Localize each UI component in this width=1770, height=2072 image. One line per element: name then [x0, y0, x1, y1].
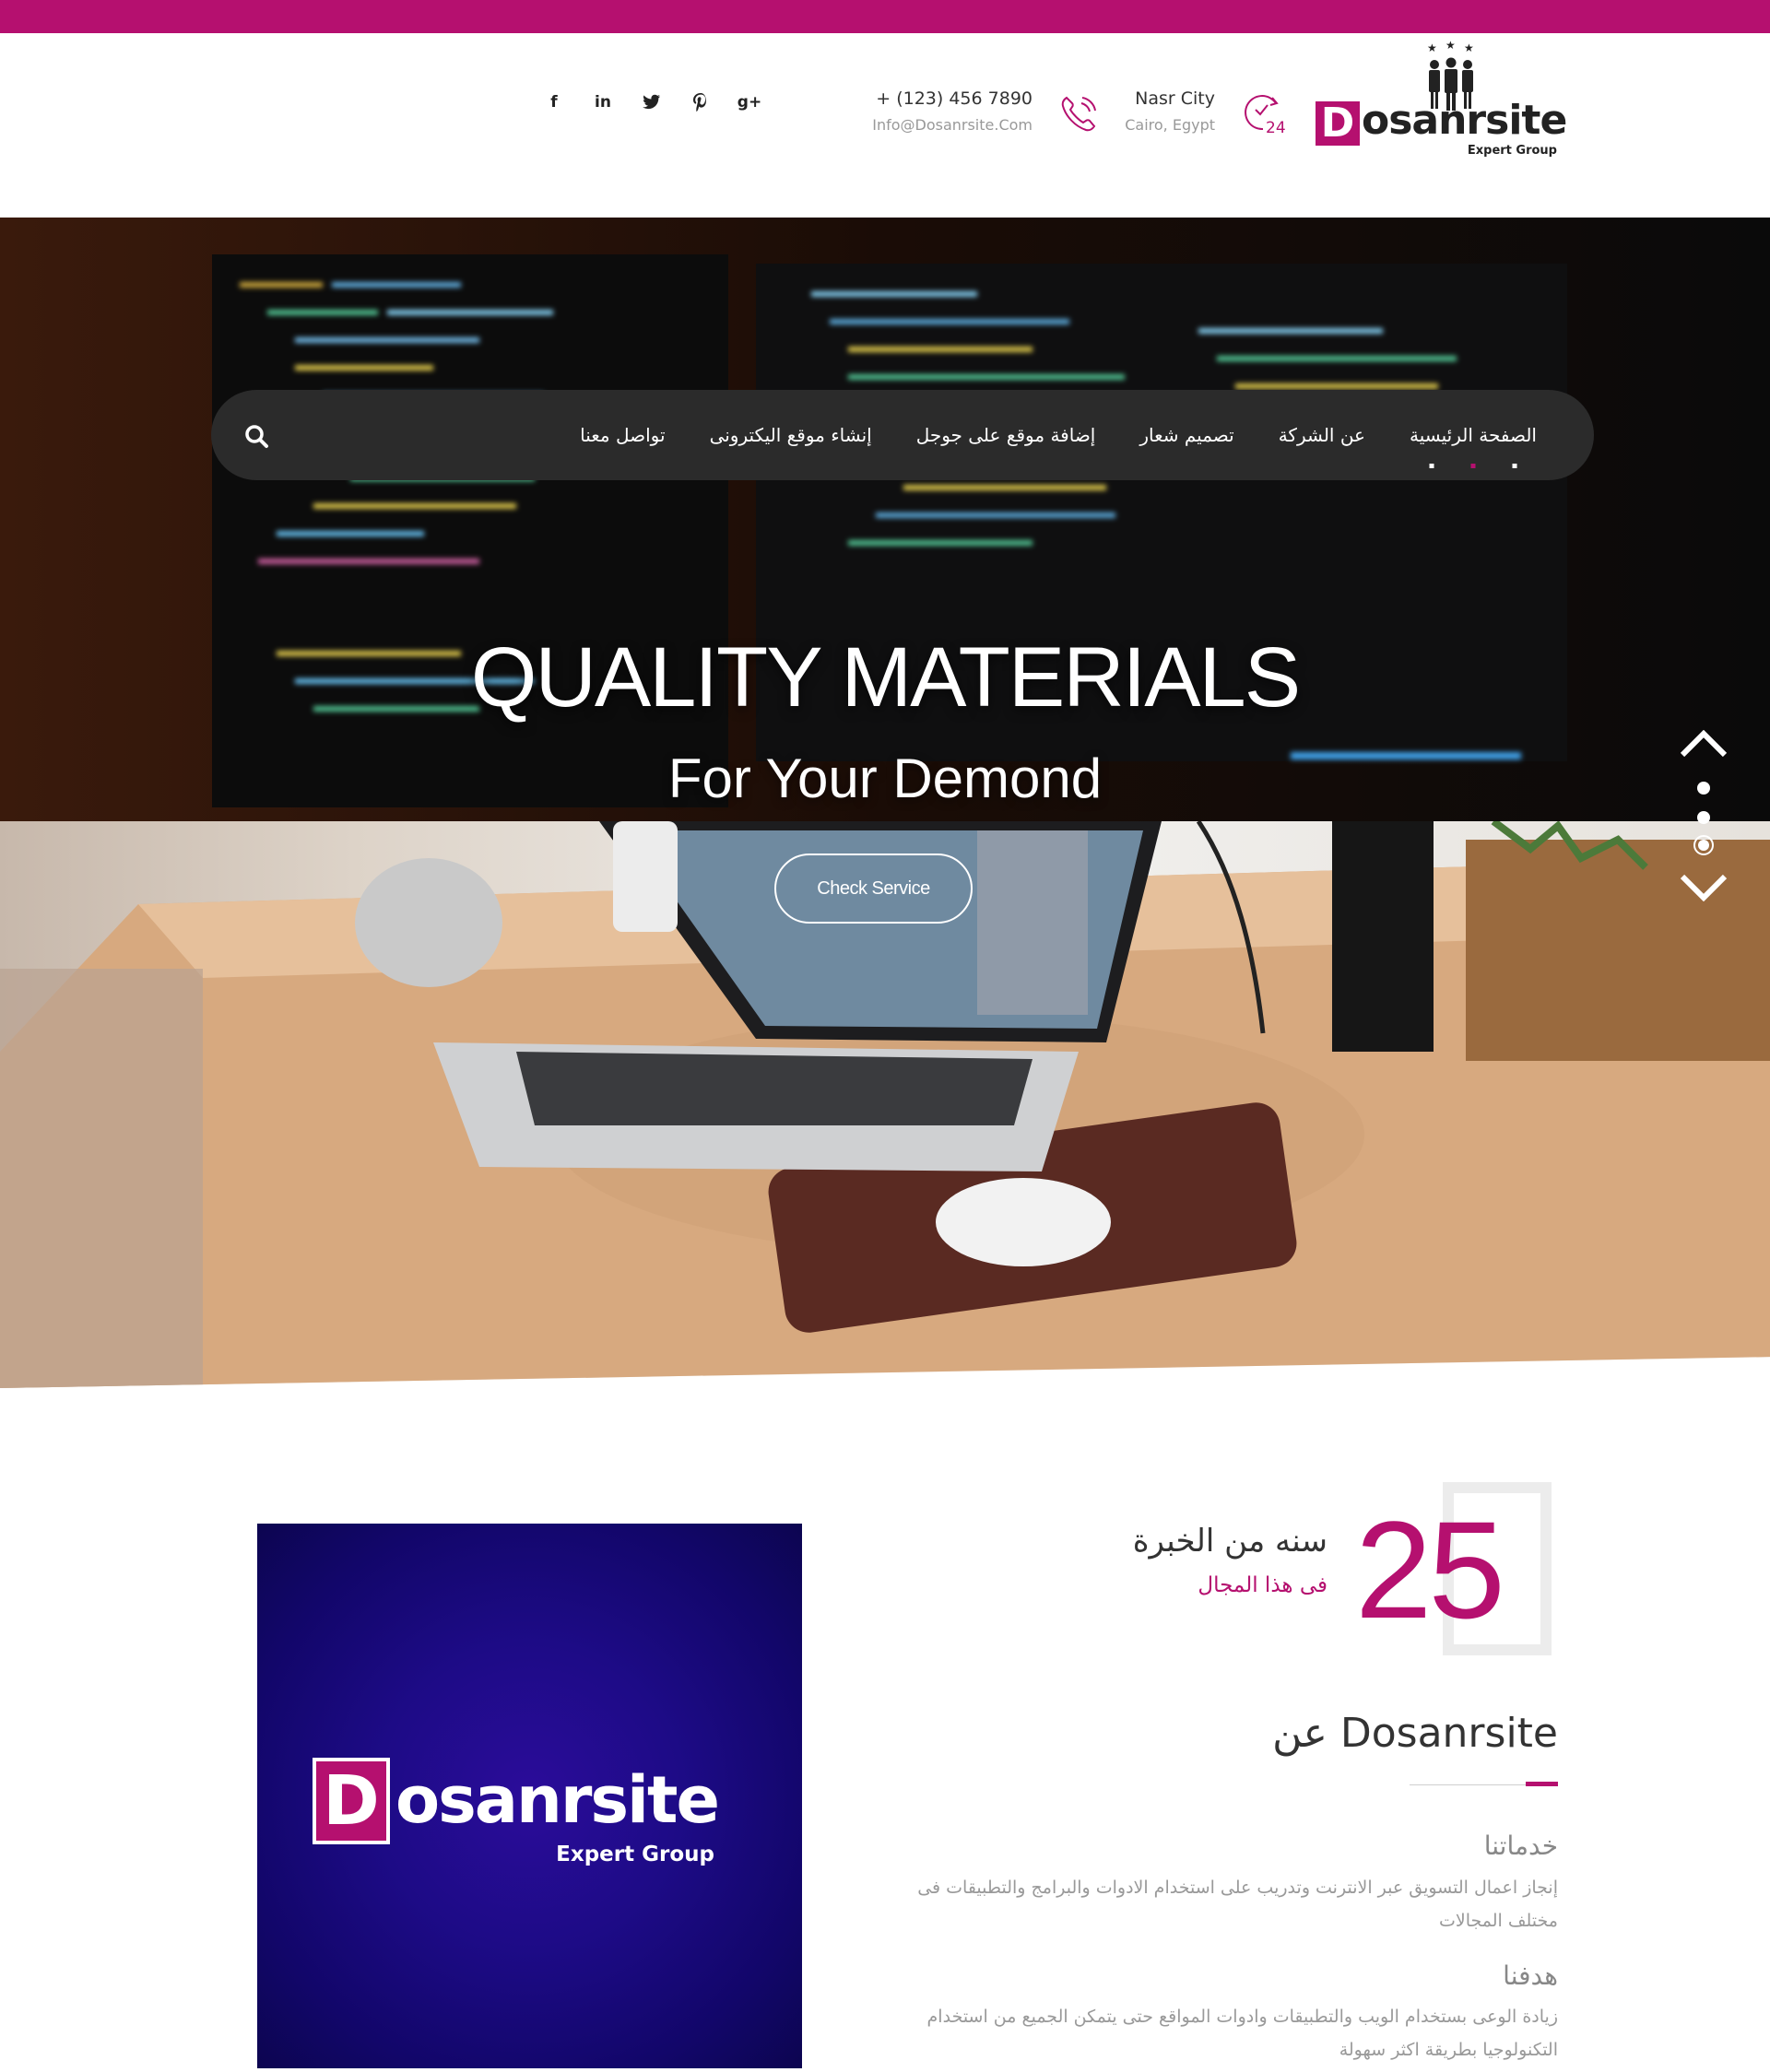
about-logo-letter: D: [313, 1758, 390, 1844]
experience-title: سنه من الخبرة: [1132, 1523, 1328, 1560]
top-accent-bar: [0, 0, 1770, 33]
site-logo[interactable]: ★ ★ ★ D osanrsite Expert Group: [1316, 41, 1567, 160]
slide-dot-3[interactable]: [1693, 835, 1714, 855]
svg-text:★: ★: [1427, 41, 1437, 54]
nav-item-logo-design[interactable]: تصميم شعار: [1139, 424, 1233, 446]
nav-item-about[interactable]: عن الشركة: [1279, 424, 1365, 446]
slide-dot-1[interactable]: [1697, 782, 1710, 795]
about-logo-name: osanrsite: [395, 1762, 720, 1838]
email-address[interactable]: Info@Dosanrsite.Com: [867, 116, 1032, 134]
nav-menu: الصفحة الرئيسية عن الشركة تصميم شعار إضا…: [580, 390, 1537, 480]
slider-controls: [1678, 730, 1729, 951]
chevron-down-icon[interactable]: [1680, 874, 1728, 901]
main-nav: الصفحة الرئيسية عن الشركة تصميم شعار إضا…: [211, 390, 1594, 480]
hero-slider: الصفحة الرئيسية عن الشركة تصميم شعار إضا…: [0, 218, 1770, 1388]
services-title: خدماتنا: [1483, 1831, 1558, 1861]
hero-title: QUALITY MATERIALS: [470, 630, 1301, 724]
slide-dot-2[interactable]: [1697, 811, 1710, 824]
svg-text:★: ★: [1464, 41, 1474, 54]
services-text: إنجاز اعمال التسويق عبر الانترنت وتدريب …: [917, 1878, 1558, 1931]
experience-subtitle: فى هذا المجال: [1198, 1573, 1328, 1597]
nav-item-contact[interactable]: تواصل معنا: [580, 424, 665, 446]
check-service-button[interactable]: Check Service: [774, 854, 973, 924]
social-links: f in g+: [544, 92, 761, 112]
clock-badge: 24: [1266, 119, 1285, 136]
linkedin-icon[interactable]: in: [593, 92, 613, 112]
about-image-logo: D osanrsite Expert Group: [313, 1758, 755, 1878]
twitter-icon[interactable]: [642, 92, 662, 112]
active-indicator: [1429, 464, 1517, 468]
phone-icon: [1061, 96, 1096, 132]
city: Nasr City: [1135, 88, 1215, 109]
nav-item-label: الصفحة الرئيسية: [1410, 424, 1537, 446]
goal-title: هدفنا: [1503, 1960, 1558, 1991]
address-contact: Nasr City Cairo, Egypt: [1106, 88, 1215, 134]
logo-letter: D: [1316, 101, 1360, 146]
code-screen-illustration: [0, 218, 1770, 821]
goal-text: زيادة الوعى بستخدام الويب والتطبيقات واد…: [926, 2007, 1558, 2060]
google-plus-icon[interactable]: g+: [738, 92, 761, 112]
svg-text:★: ★: [1446, 41, 1456, 52]
hero-subtitle: For Your Demond: [667, 748, 1103, 809]
phone-number[interactable]: + (123) 456 7890: [867, 88, 1032, 109]
experience-years: 25: [1355, 1492, 1505, 1647]
nav-item-website-creation[interactable]: إنشاء موقع اليكترونى: [710, 424, 872, 446]
about-logo-tagline: Expert Group: [556, 1842, 714, 1866]
heading-divider-accent: [1526, 1782, 1558, 1786]
search-icon[interactable]: [243, 423, 269, 449]
about-image: D osanrsite Expert Group: [257, 1524, 802, 2068]
logo-name: osanrsite: [1362, 97, 1567, 144]
chevron-up-icon[interactable]: [1680, 730, 1728, 758]
nav-item-home[interactable]: الصفحة الرئيسية: [1410, 424, 1537, 468]
pinterest-icon[interactable]: [690, 92, 711, 112]
logo-tagline: Expert Group: [1467, 144, 1557, 158]
about-heading: عن Dosanrsite: [1272, 1710, 1558, 1757]
hero-image-code-screens: [0, 218, 1770, 821]
phone-contact: + (123) 456 7890 Info@Dosanrsite.Com: [867, 88, 1032, 134]
nav-item-google-listing[interactable]: إضافة موقع على جوجل: [916, 424, 1096, 446]
clock-24-icon: 24: [1245, 95, 1285, 136]
facebook-icon[interactable]: f: [544, 92, 564, 112]
address: Cairo, Egypt: [1125, 116, 1215, 134]
